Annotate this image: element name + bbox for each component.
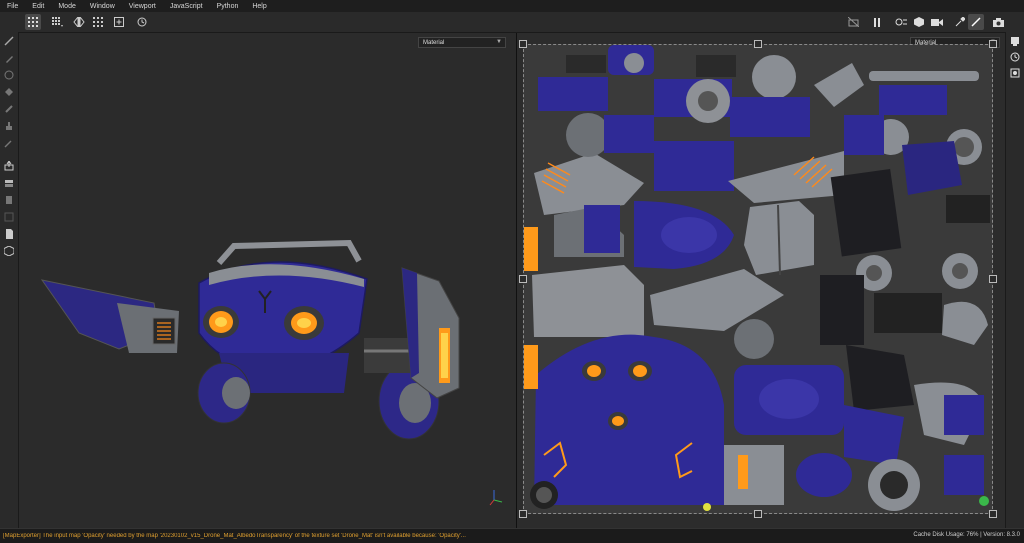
menu-javascript[interactable]: JavaScript — [163, 3, 210, 10]
cube-icon[interactable] — [911, 14, 927, 30]
eraser-tool-icon[interactable] — [3, 52, 15, 64]
projection-tool-icon[interactable] — [3, 69, 15, 81]
status-info: Cache Disk Usage: 76% | Version: 8.3.0 — [913, 532, 1020, 538]
frame-handle-top-center[interactable] — [754, 40, 762, 48]
package-icon[interactable] — [3, 245, 15, 257]
display-settings-icon[interactable] — [1009, 67, 1021, 79]
drone-model-render[interactable] — [19, 33, 516, 528]
status-message[interactable]: [MapExporter] The input map 'Opacity' ne… — [0, 533, 883, 539]
top-toolbar — [0, 12, 1024, 33]
layers-icon[interactable] — [3, 177, 15, 189]
add-view-icon[interactable] — [111, 14, 127, 30]
frame-handle-bottom-right[interactable] — [989, 510, 997, 518]
picker-tool-icon[interactable] — [3, 137, 15, 149]
cache-value: 76% — [966, 532, 979, 538]
frame-handle-middle-left[interactable] — [519, 275, 527, 283]
frame-handle-middle-right[interactable] — [989, 275, 997, 283]
export-icon[interactable] — [3, 194, 15, 206]
menu-edit[interactable]: Edit — [25, 3, 51, 10]
frame-handle-top-right[interactable] — [989, 40, 997, 48]
menu-window[interactable]: Window — [83, 3, 122, 10]
mask-icon[interactable] — [3, 211, 15, 223]
eyedropper-icon[interactable] — [952, 14, 968, 30]
uv-texture-layout — [524, 45, 992, 513]
menu-viewport[interactable]: Viewport — [122, 3, 163, 10]
frame-handle-top-left[interactable] — [519, 40, 527, 48]
bake-icon[interactable] — [3, 160, 15, 172]
geometry-tool-icon[interactable] — [3, 86, 15, 98]
brush-icon[interactable] — [968, 14, 984, 30]
paint-brush-tool-icon[interactable] — [3, 35, 15, 47]
clone-tool-icon[interactable] — [3, 120, 15, 132]
smudge-tool-icon[interactable] — [3, 103, 15, 115]
left-toolbar — [0, 32, 19, 528]
screenshot-icon[interactable] — [990, 14, 1006, 30]
status-bar: [MapExporter] The input map 'Opacity' ne… — [0, 528, 1024, 543]
uv-texture-frame[interactable] — [523, 44, 993, 514]
frame-handle-bottom-center[interactable] — [754, 510, 762, 518]
texture-set-icon[interactable] — [1009, 35, 1021, 47]
menu-bar: File Edit Mode Window Viewport JavaScrip… — [0, 0, 1024, 12]
pause-icon[interactable] — [869, 14, 885, 30]
cache-label: Cache Disk Usage: — [913, 532, 965, 538]
symmetry-icon[interactable] — [71, 14, 87, 30]
menu-help[interactable]: Help — [245, 3, 273, 10]
menu-file[interactable]: File — [0, 3, 25, 10]
right-sidebar — [1005, 32, 1024, 528]
camera-off-icon[interactable] — [845, 14, 861, 30]
grid-split-icon[interactable] — [49, 14, 65, 30]
menu-python[interactable]: Python — [210, 3, 246, 10]
grid-small-icon[interactable] — [90, 14, 106, 30]
frame-handle-bottom-left[interactable] — [519, 510, 527, 518]
camera-icon[interactable] — [929, 14, 945, 30]
history-panel-icon[interactable] — [1009, 51, 1021, 63]
menu-mode[interactable]: Mode — [51, 3, 83, 10]
version-label: | Version: 8.3.0 — [980, 532, 1020, 538]
render-icon[interactable] — [893, 14, 909, 30]
history-icon[interactable] — [134, 14, 150, 30]
grid-layout-icon[interactable] — [25, 14, 41, 30]
viewport-3d[interactable]: Material ▼ — [19, 33, 516, 528]
document-icon[interactable] — [3, 228, 15, 240]
